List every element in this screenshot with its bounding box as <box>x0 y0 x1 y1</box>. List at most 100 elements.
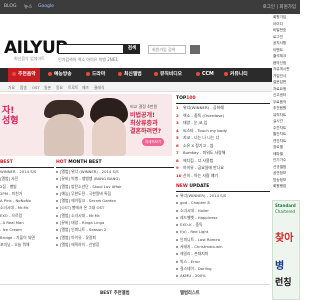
subnav-item[interactable]: 일본 <box>44 85 51 91</box>
sidebar-ad-banner[interactable]: Standard Chartered 찾아 병 런칭 <box>272 200 300 300</box>
list-item[interactable]: [앨범] 인피니트 - Season 2 <box>56 226 174 233</box>
list-item[interactable]: [예능] 무한도전 - 극한알바 특집 <box>56 190 174 197</box>
banner-left-text: 자! 성형 <box>2 106 19 126</box>
list-item[interactable]: [뮤비] 빅뱅 - 뱅뱅뱅 (BANG BANG) <box>56 175 174 182</box>
month-best-section: HOT MONTH BEST [앨범] 위너 (WINNER) - 2014 S… <box>56 160 174 282</box>
ad-headline-2: 병 <box>275 261 285 272</box>
album-list-title: 앨범리스트 <box>180 291 200 296</box>
subnav-item[interactable]: 트로트 <box>68 85 78 91</box>
list-item[interactable]: [앨범] 에픽하이 - 신발장 <box>56 241 174 248</box>
best-section-title: BEST <box>0 160 54 168</box>
sub-nav: 가요 팝송 OST 일본 동요 트로트 재즈 클래식 <box>0 82 300 92</box>
subnav-item[interactable]: 재즈 <box>82 85 89 91</box>
new-update-title: NEW UPDATE <box>176 184 270 192</box>
list-item[interactable]: 서태지 - Christmalo.win <box>176 243 270 250</box>
list-item[interactable]: Bridge - 가을이 되면 <box>0 234 54 241</box>
best-section: BEST WINNER - 2014 S/S [앨범] 사진 2집 - 별빛 2… <box>0 160 54 282</box>
banner-headline: 비법공개! 최상류층과 결혼하려면? <box>130 112 162 135</box>
list-item[interactable]: EXO - 으르렁 <box>0 212 54 219</box>
chart-row[interactable]: 4 씨스타 - Touch my body <box>176 127 270 135</box>
list-item[interactable]: 2PM - 미친거 <box>0 190 54 197</box>
list-item[interactable]: - A Real Man <box>0 219 54 226</box>
nav-item-ccm[interactable]: CCM <box>196 68 214 82</box>
banner-person-image <box>44 114 84 156</box>
list-item[interactable]: - Ice Cream <box>0 226 54 233</box>
ccm-icon <box>196 71 200 76</box>
promo-banner[interactable]: 자! 성형 비교 결정 4만원 비법공개! 최상류층과 결혼하려면? 자세히보기 <box>0 94 172 156</box>
banner-subtext: 비교 결정 4만원 <box>130 104 158 109</box>
nav-item-recommended[interactable]: 추천음악 <box>8 68 40 82</box>
list-item[interactable]: AKMU - 200% <box>176 272 270 279</box>
chart-row[interactable]: 2 엑소 - 중독 (Overdose) <box>176 112 270 120</box>
nav-item-community[interactable]: 커뮤니티 <box>224 68 248 82</box>
search-button[interactable]: 검색 <box>124 44 140 54</box>
top100-title: TOP100 <box>176 96 270 104</box>
list-item[interactable]: [앨범] 사진 <box>0 175 54 182</box>
top100-panel: TOP100 1 위너(WINNER) - 공허해 2 엑소 - 중독 (Overd… <box>176 96 270 182</box>
list-item[interactable]: f(x) - Red Light <box>176 228 270 235</box>
chart-row[interactable]: 9 아이유 - 금요일에 만나요 <box>176 164 270 172</box>
list-item[interactable]: 에일리 - 손대지마 <box>176 250 270 257</box>
banner-person-image <box>92 116 126 156</box>
month-best-title: HOT MONTH BEST <box>56 160 174 168</box>
chart-row[interactable]: 10 산이 - 아는 사람 얘기 <box>176 172 270 180</box>
drama-icon <box>86 71 90 76</box>
chart-row[interactable]: 1 위너(WINNER) - 공허해 <box>176 104 270 112</box>
album-icon <box>118 71 122 76</box>
list-item[interactable]: [앨범] 에이핑크 - Secret Garden <box>56 197 174 204</box>
list-item[interactable]: 포미닛 - 오늘 뭐해 <box>0 241 54 248</box>
list-item[interactable]: WINNER - 2014 S/S <box>0 168 54 175</box>
list-item[interactable]: EXO-K - 중독 <box>176 221 270 228</box>
list-item[interactable]: [앨범] 방탄소년단 - Skool Luv Affair <box>56 183 174 190</box>
list-item[interactable]: god - Chapter 8 <box>176 199 270 206</box>
nav-item-drama[interactable]: 드라마 <box>86 68 105 82</box>
music-icon <box>12 71 16 76</box>
list-item[interactable]: 인피니트 - Last Romeo <box>176 236 270 243</box>
search-input[interactable] <box>58 44 124 54</box>
ad-headline: 찾아 <box>275 233 294 244</box>
topbar-link-blog[interactable]: BLOG <box>4 4 16 9</box>
list-item[interactable]: [앨범] 아이유 - 꽃갈피 <box>56 234 174 241</box>
top-utility-bar: BLOG 뉴스 Google 로그인 | 회원가입 <box>0 0 300 14</box>
subnav-item[interactable]: 팝송 <box>20 85 27 91</box>
list-item[interactable]: [OST] 별에서 온 그대 OST <box>56 204 174 211</box>
logo-tagline: 최신음악 업데이트 <box>14 56 45 61</box>
list-item[interactable]: 레드벨벳 - Happiness <box>176 214 270 221</box>
subnav-item[interactable]: OST <box>32 85 40 90</box>
best-albums-title: BEST 추천앨범 <box>100 291 130 296</box>
list-item[interactable]: 2집 - 별빛 <box>0 183 54 190</box>
list-item[interactable]: [앨범] 소녀시대 - Mr.Mr. <box>56 212 174 219</box>
subnav-item[interactable]: 가요 <box>8 85 15 91</box>
topbar-link-news[interactable]: 뉴스 <box>24 4 32 10</box>
ad-headline-3: 런칭 <box>275 278 292 288</box>
list-item[interactable]: A Pink - NoNoNo <box>0 197 54 204</box>
list-item[interactable]: 위너(WINNER) - 2014 S/S <box>176 192 270 199</box>
member-search-button[interactable] <box>190 45 200 54</box>
list-item[interactable]: [뮤비] 태양 - Ringa Linga <box>56 219 174 226</box>
subnav-item[interactable]: 동요 <box>56 85 63 91</box>
nav-item-new-albums[interactable]: 최신앨범 <box>118 68 142 82</box>
nav-item-music-video[interactable]: 뮤직비디오 <box>154 68 182 82</box>
subnav-item[interactable]: 클래식 <box>94 85 104 91</box>
bottom-section-bar: BEST 추천앨범 앨범리스트 <box>0 284 270 300</box>
chart-row[interactable]: 3 태양 - 눈,코,입 <box>176 119 270 127</box>
sidebar-item[interactable]: 회원랭킹 <box>272 183 300 190</box>
chart-row[interactable]: 5 지코 - 너는 나 나는 너 <box>176 134 270 142</box>
topbar-account-links[interactable]: 로그인 | 회원가입 <box>263 4 296 10</box>
nav-item-variety[interactable]: 예능방송 <box>48 68 72 82</box>
chart-row[interactable]: 8 에디킴 - 너 사용법 <box>176 157 270 165</box>
list-item[interactable]: [앨범] 위너 (WINNER) - 2014 S/S <box>56 168 174 175</box>
list-item[interactable]: 걸스데이 - Darling <box>176 265 270 272</box>
new-update-section: NEW UPDATE 위너(WINNER) - 2014 S/S god - C… <box>176 184 270 284</box>
tv-icon <box>48 71 52 76</box>
video-icon <box>154 71 158 76</box>
chart-row[interactable]: 6 소유 X 정기고 - 썸 <box>176 142 270 150</box>
list-item[interactable]: 소녀시대 - Holler <box>176 207 270 214</box>
member-search-input[interactable]: 회원가입 검색 <box>148 45 186 54</box>
chart-row[interactable]: 7 Bumkey - 미워도 사랑해 <box>176 149 270 157</box>
topbar-link-google[interactable]: Google <box>38 4 54 9</box>
list-item[interactable]: 빅스 - Error <box>176 258 270 265</box>
banner-cta-button[interactable]: 자세히보기 <box>142 138 164 146</box>
list-item[interactable]: 소녀시대 - Mr.Mr. <box>0 204 54 211</box>
popular-search-tags[interactable]: 인기검색어 엑소 아이유 빅뱅 2NE1 <box>58 57 118 63</box>
